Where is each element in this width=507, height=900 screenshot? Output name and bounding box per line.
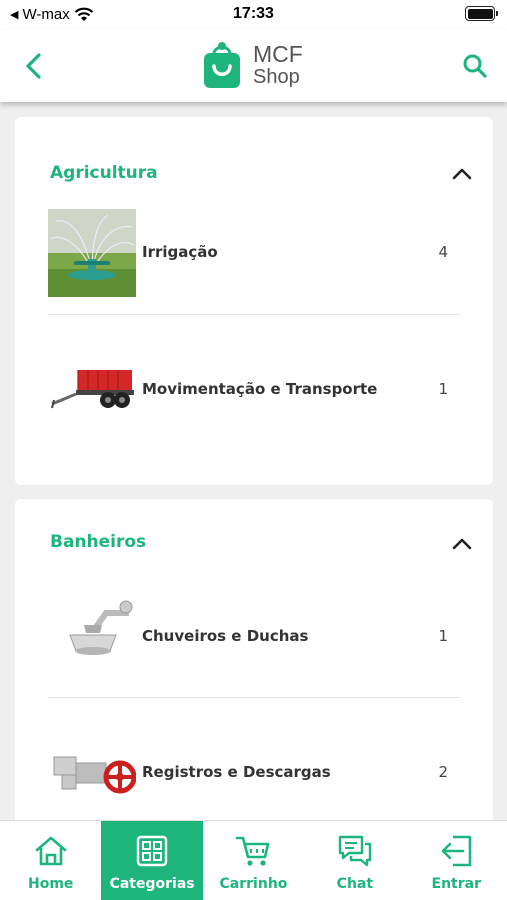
shopping-bag-logo-icon: [204, 42, 240, 88]
subcategory-count: 2: [438, 763, 448, 781]
nav-label: Home: [27, 876, 74, 892]
app-header: MCF Shop: [0, 30, 507, 102]
subcategory-name: Chuveiros e Duchas: [142, 627, 309, 645]
search-icon: [463, 54, 487, 78]
nav-label: Categorias: [109, 876, 195, 892]
subcategory-item-chuveiros[interactable]: Chuveiros e Duchas 1: [48, 593, 460, 681]
subcategory-count: 1: [438, 380, 448, 398]
collapse-button[interactable]: [451, 165, 473, 183]
subcategory-item-irrigacao[interactable]: Irrigação 4: [48, 209, 460, 297]
shower-image: [48, 593, 136, 681]
subcategory-name: Registros e Descargas: [142, 763, 331, 781]
nav-categorias[interactable]: Categorias: [101, 821, 203, 900]
category-list[interactable]: Agricultura Irrigação 4 Movimentação e T…: [0, 102, 507, 820]
chevron-left-icon: [26, 53, 41, 79]
cart-icon: [235, 833, 271, 869]
subcategory-item-movimentacao[interactable]: Movimentação e Transporte 1: [48, 346, 460, 434]
category-title: Agricultura: [50, 163, 158, 183]
category-header[interactable]: Banheiros: [15, 499, 493, 569]
clock: 17:33: [233, 5, 274, 22]
chevron-up-icon: [452, 168, 472, 180]
trailer-image: [48, 346, 136, 434]
battery-icon: [465, 6, 498, 21]
valve-image: [48, 729, 136, 817]
category-title: Banheiros: [50, 532, 147, 552]
nav-label: Carrinho: [219, 876, 288, 892]
search-button[interactable]: [459, 50, 491, 82]
category-card-agricultura: Agricultura Irrigação 4 Movimentação e T…: [15, 117, 493, 485]
logo-title: MCF: [253, 41, 303, 67]
login-icon: [438, 833, 474, 869]
chevron-up-icon: [452, 538, 472, 550]
divider: [48, 697, 460, 698]
subcategory-name: Movimentação e Transporte: [142, 380, 378, 398]
subcategory-count: 4: [438, 243, 448, 261]
logo[interactable]: MCF Shop: [203, 40, 303, 90]
bottom-navigation: Home Categorias Carrinho Chat Entrar: [0, 820, 507, 900]
category-card-banheiros: Banheiros Chuveiros e Duchas 1 Registros…: [15, 499, 493, 820]
nav-carrinho[interactable]: Carrinho: [203, 821, 304, 900]
subcategory-item-registros[interactable]: Registros e Descargas 2: [48, 729, 460, 817]
grid-icon: [134, 833, 170, 869]
collapse-button[interactable]: [451, 535, 473, 553]
sprinkler-image: [48, 209, 136, 297]
logo-subtitle: Shop: [253, 66, 300, 88]
status-bar: ◀ W-max 17:33: [0, 0, 507, 30]
nav-label: Entrar: [431, 876, 481, 892]
chat-icon: [337, 833, 373, 869]
nav-label: Chat: [336, 876, 374, 892]
divider: [48, 314, 460, 315]
nav-home[interactable]: Home: [0, 821, 101, 900]
subcategory-count: 1: [438, 627, 448, 645]
back-button[interactable]: [18, 50, 48, 82]
subcategory-name: Irrigação: [142, 243, 218, 261]
category-header[interactable]: Agricultura: [15, 117, 493, 187]
nav-chat[interactable]: Chat: [304, 821, 405, 900]
home-icon: [33, 833, 69, 869]
nav-entrar[interactable]: Entrar: [406, 821, 507, 900]
